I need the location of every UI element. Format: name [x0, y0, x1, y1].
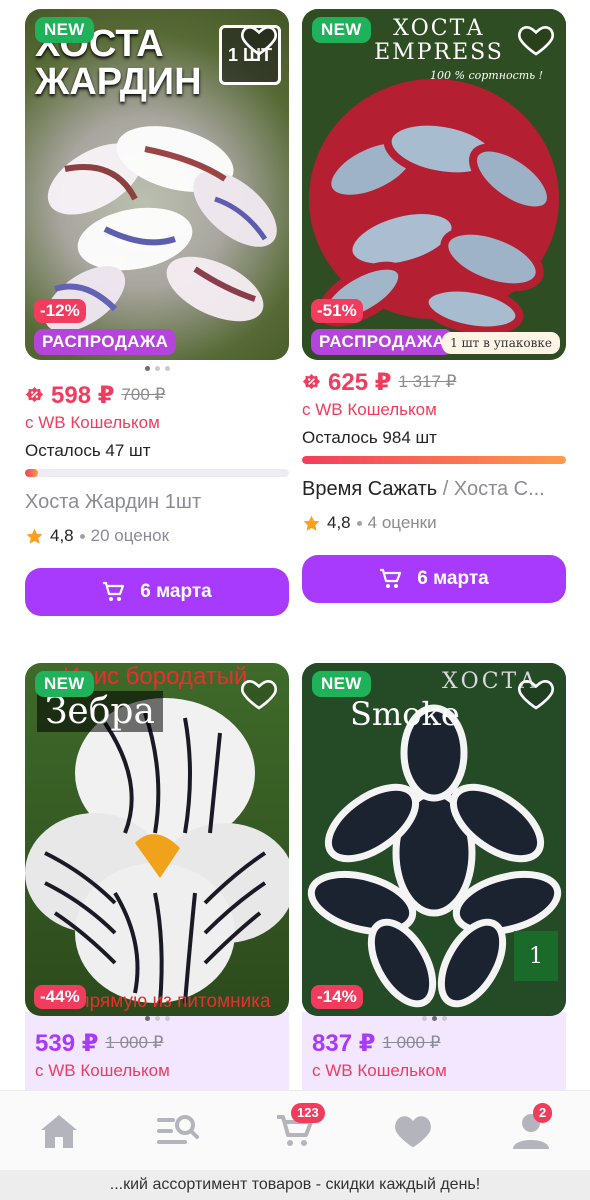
- stock-bar: [302, 456, 566, 464]
- stock-bar-fill: [25, 469, 39, 477]
- discount-badge: -51%: [311, 299, 363, 323]
- photo-title: Зебра: [37, 691, 163, 732]
- old-price: 1 317 ₽: [398, 372, 457, 391]
- heart-icon[interactable]: [239, 19, 279, 59]
- wallet-discount-icon: [302, 373, 321, 389]
- photo-title: Smoke: [350, 695, 460, 733]
- carousel-dots: [312, 1016, 556, 1021]
- add-to-cart-button[interactable]: 6 марта: [302, 555, 566, 603]
- old-price: 1 000 ₽: [382, 1033, 441, 1052]
- separator-dot: [79, 533, 85, 539]
- product-photo[interactable]: ХОСТА ЖАРДИН 1 ШТ NEW -12% РАСПРОДАЖА: [25, 9, 289, 360]
- rating: 4,8 20 оценок: [25, 526, 289, 546]
- product-photo[interactable]: ХОСТА EMPRESS 100 % сортность ! NEW -51%…: [302, 9, 566, 360]
- photo-subtitle: 100 % сортность !: [430, 69, 544, 82]
- price-row: 539 ₽ 1 000 ₽: [35, 1029, 279, 1057]
- product-name[interactable]: Хоста Жардин 1шт: [25, 491, 289, 514]
- product-card[interactable]: Ирис бородатый Зебра Напрямую из питомни…: [25, 663, 289, 1102]
- sale-badge: РАСПРОДАЖА: [311, 329, 454, 355]
- cart-count-badge: 123: [291, 1102, 325, 1123]
- wallet-discount-icon: [25, 386, 44, 402]
- home-icon: [41, 1114, 77, 1148]
- heart-icon[interactable]: [239, 673, 279, 713]
- stock-bar-fill: [302, 456, 566, 464]
- stock-label: Осталось 47 шт: [25, 441, 151, 460]
- rating-value: 4,8: [327, 513, 351, 532]
- add-to-cart-button[interactable]: 6 марта: [25, 568, 289, 616]
- carousel-dots: [25, 366, 289, 371]
- new-badge: NEW: [35, 17, 94, 43]
- wallet-label: с WB Кошельком: [312, 1061, 447, 1080]
- stock-label: Осталось 984 шт: [302, 428, 437, 447]
- new-badge: NEW: [35, 671, 94, 697]
- product-brand: Время Сажать: [302, 478, 438, 500]
- discount-badge: -12%: [34, 299, 86, 323]
- sale-badge: РАСПРОДАЖА: [34, 329, 177, 355]
- nav-favorites[interactable]: [383, 1101, 443, 1161]
- cart-icon: [103, 581, 125, 601]
- product-name[interactable]: Время Сажать / Хоста С...: [302, 478, 566, 501]
- price-row: 598 ₽ 700 ₽: [25, 381, 289, 409]
- new-badge: NEW: [312, 671, 371, 697]
- product-photo[interactable]: Ирис бородатый Зебра Напрямую из питомни…: [25, 663, 289, 1016]
- catalog-search-icon: [157, 1114, 199, 1144]
- new-badge: NEW: [312, 17, 371, 43]
- discount-badge: -44%: [34, 985, 86, 1009]
- discount-badge: -14%: [311, 985, 363, 1009]
- photo-bottom-text: Напрямую из питомника: [55, 991, 271, 1012]
- carousel-dots: [35, 1016, 279, 1021]
- nav-profile[interactable]: 2: [501, 1101, 561, 1161]
- delivery-date: 6 марта: [417, 568, 489, 589]
- stock-bar: [25, 469, 289, 477]
- nav-home[interactable]: [29, 1101, 89, 1161]
- product-card[interactable]: ХОСТА Smoke 1 NEW -14% 837 ₽ 1 000 ₽ с W…: [302, 663, 566, 1102]
- profile-count-badge: 2: [533, 1102, 553, 1123]
- old-price: 700 ₽: [121, 385, 166, 404]
- star-icon: [26, 528, 43, 544]
- heart-icon[interactable]: [516, 19, 556, 59]
- price: 625 ₽: [328, 368, 392, 396]
- product-card[interactable]: ХОСТА EMPRESS 100 % сортность ! NEW -51%…: [302, 9, 566, 603]
- cart-icon: [380, 568, 402, 588]
- heart-icon[interactable]: [516, 673, 556, 713]
- bottom-navigation: 123 2: [0, 1090, 590, 1170]
- price: 837 ₽: [312, 1029, 376, 1057]
- pack-label: 1 шт в упаковке: [442, 332, 560, 354]
- photo-qty: 1: [514, 931, 558, 981]
- reviews-count: 4 оценки: [367, 513, 437, 532]
- product-name-text: Хоста Жардин 1шт: [25, 491, 202, 513]
- delivery-date: 6 марта: [140, 581, 212, 602]
- rating: 4,8 4 оценки: [302, 513, 566, 533]
- photo-title: ХОСТА EMPRESS: [374, 16, 504, 65]
- price: 539 ₽: [35, 1029, 99, 1057]
- nav-catalog[interactable]: [147, 1101, 207, 1161]
- nav-cart[interactable]: 123: [265, 1101, 325, 1161]
- rating-value: 4,8: [50, 526, 74, 545]
- product-info: 837 ₽ 1 000 ₽ с WB Кошельком: [302, 1012, 566, 1102]
- separator-dot: [356, 520, 362, 526]
- price-row: 625 ₽ 1 317 ₽: [302, 368, 566, 396]
- reviews-count: 20 оценок: [90, 526, 170, 545]
- wallet-label: с WB Кошельком: [25, 413, 160, 432]
- wallet-label: с WB Кошельком: [302, 400, 437, 419]
- product-photo[interactable]: ХОСТА Smoke 1 NEW -14%: [302, 663, 566, 1016]
- promo-ticker: ...кий ассортимент товаров - скидки кажд…: [0, 1170, 590, 1200]
- old-price: 1 000 ₽: [105, 1033, 164, 1052]
- product-card[interactable]: ХОСТА ЖАРДИН 1 ШТ NEW -12% РАСПРОДАЖА 59…: [25, 9, 289, 616]
- heart-icon: [395, 1115, 431, 1147]
- product-info: 539 ₽ 1 000 ₽ с WB Кошельком: [25, 1012, 289, 1102]
- price: 598 ₽: [51, 381, 115, 409]
- price-row: 837 ₽ 1 000 ₽: [312, 1029, 556, 1057]
- star-icon: [303, 515, 320, 531]
- wallet-label: с WB Кошельком: [35, 1061, 170, 1080]
- product-name-text: / Хоста С...: [437, 478, 545, 500]
